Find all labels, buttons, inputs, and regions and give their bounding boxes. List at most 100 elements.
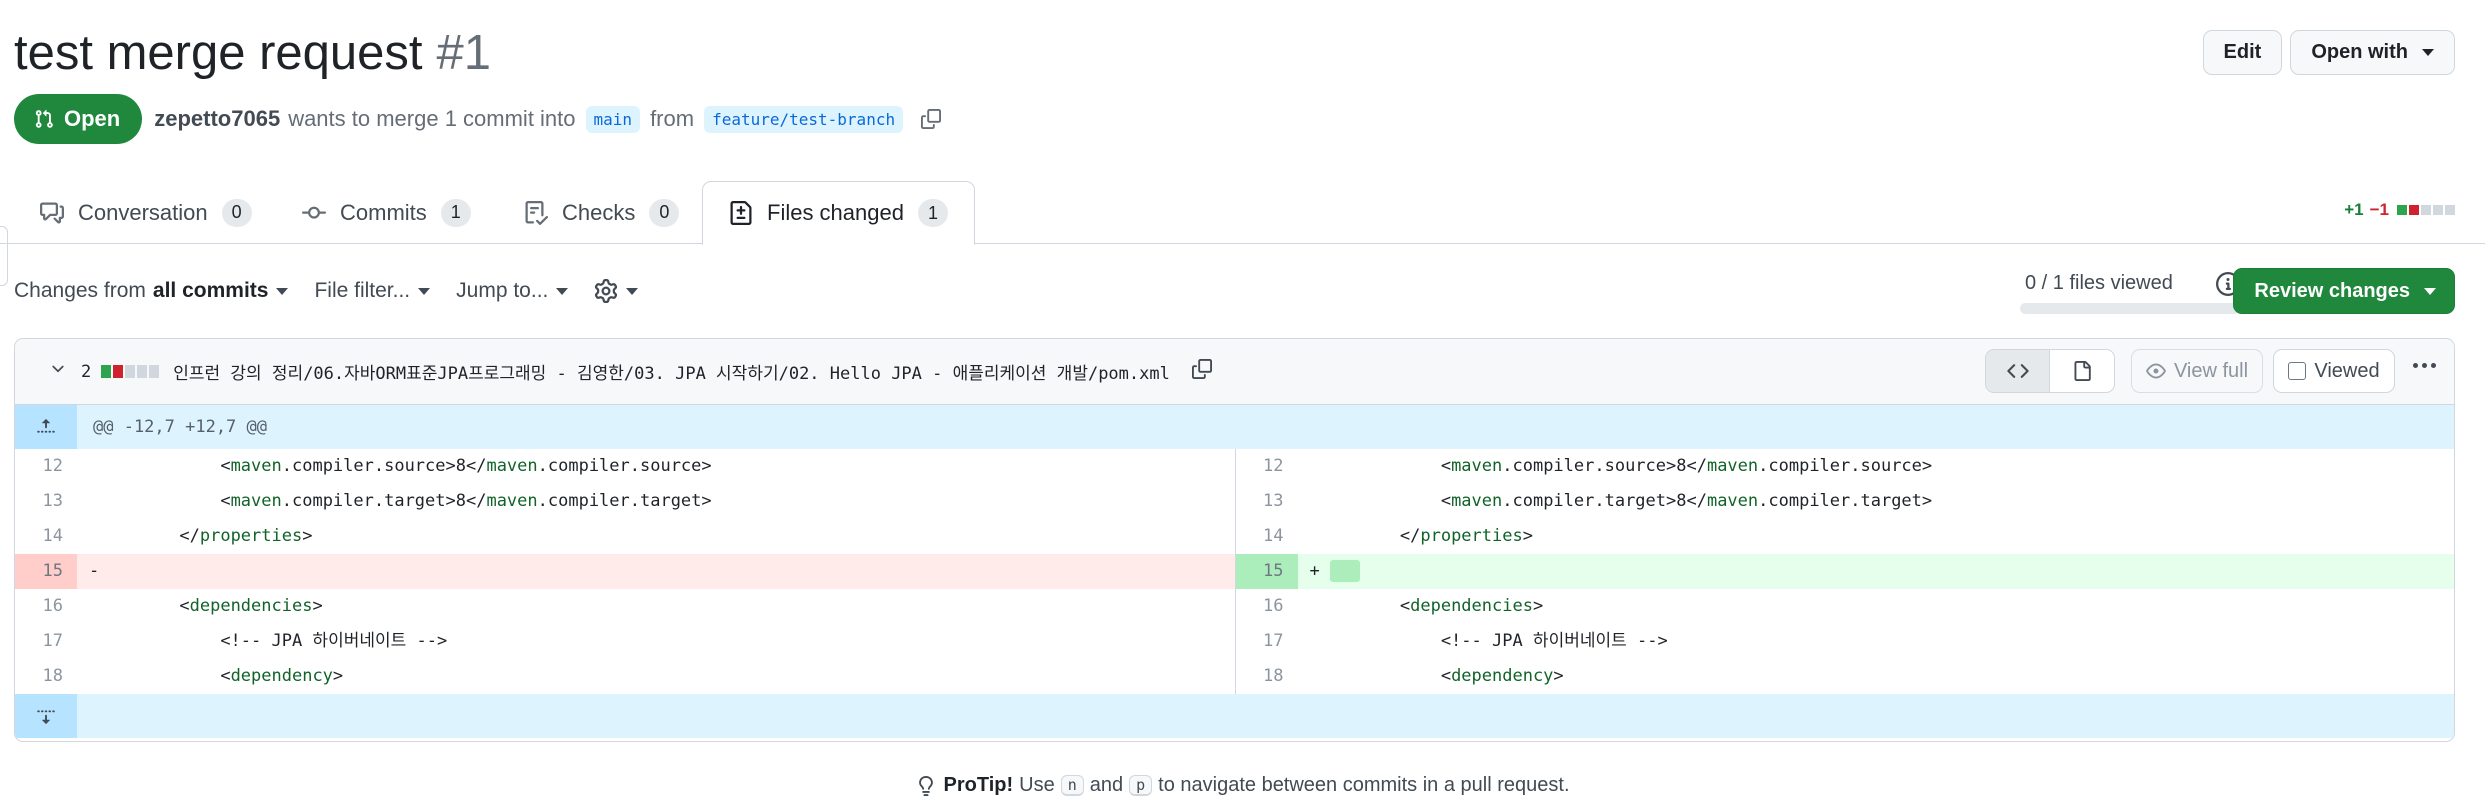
tab-checks[interactable]: Checks 0 xyxy=(524,181,680,244)
code-token: > xyxy=(1553,666,1564,686)
xml-tag-name: maven xyxy=(1451,456,1503,476)
edit-button[interactable]: Edit xyxy=(2202,30,2283,75)
head-branch[interactable]: feature/test-branch xyxy=(704,105,904,133)
code-view-button[interactable] xyxy=(1986,350,2050,392)
file-filter-dropdown[interactable]: File filter... xyxy=(314,279,431,303)
diffstat: +1 −1 xyxy=(2344,200,2455,220)
xml-tag-name: properties xyxy=(199,526,303,546)
code-token: > xyxy=(1522,526,1533,546)
view-full-button[interactable]: View full xyxy=(2131,349,2263,393)
expand-up-button[interactable] xyxy=(15,405,77,449)
code-line: <dependencies> xyxy=(1298,589,2455,624)
diff-left-line: 13 <maven.compiler.target>8</maven.compi… xyxy=(15,484,1235,519)
tab-conversation[interactable]: Conversation 0 xyxy=(40,181,252,244)
diffstat-bars xyxy=(2395,205,2455,215)
code-line: </properties> xyxy=(1298,519,2455,554)
hunk-range: @@ -12,7 +12,7 @@ xyxy=(93,417,267,437)
kebab-horizontal-icon[interactable] xyxy=(2413,363,2436,368)
line-number[interactable]: 16 xyxy=(1236,589,1298,624)
tab-counter: 0 xyxy=(221,198,252,227)
additions-count: +1 xyxy=(2344,200,2364,219)
git-pull-request-icon xyxy=(35,109,53,128)
chevron-down-icon xyxy=(556,287,569,295)
diff-row: 13 <maven.compiler.target>8</maven.compi… xyxy=(15,484,2454,519)
diff-row: 16 <dependencies> 16 <dependencies> xyxy=(15,589,2454,624)
rich-view-button[interactable] xyxy=(2050,350,2114,392)
file-change-count: 2 xyxy=(81,361,92,382)
pr-number: #1 xyxy=(436,26,492,80)
diff-left-line: 17 <!-- JPA 하이버네이트 --> xyxy=(15,624,1235,659)
xml-tag-name: dependencies xyxy=(189,596,313,616)
tab-counter: 0 xyxy=(649,198,680,227)
code-token: < xyxy=(1440,666,1452,686)
code-token: .compiler.source>8</ xyxy=(1502,456,1707,476)
checkbox[interactable] xyxy=(2288,362,2307,380)
tab-commits[interactable]: Commits 1 xyxy=(302,181,471,244)
tab-label: Conversation xyxy=(78,199,208,225)
code-token: </ xyxy=(1399,526,1421,546)
pr-meta: Open zepetto7065 wants to merge 1 commit… xyxy=(14,94,942,144)
line-number[interactable]: 12 xyxy=(1236,449,1298,484)
diff-right-line: 16 <dependencies> xyxy=(1234,589,2455,624)
code-token: > xyxy=(1532,596,1544,616)
line-number[interactable]: 15 xyxy=(15,554,77,589)
line-number[interactable]: 15 xyxy=(1235,554,1298,589)
code-token: > xyxy=(332,666,344,686)
diff-left-line: 16 <dependencies> xyxy=(15,589,1235,624)
fold-down-icon xyxy=(37,710,55,724)
expand-down-button[interactable] xyxy=(15,694,77,738)
file-path-link[interactable]: 인프런 강의 정리/06.자바ORM표준JPA프로그래밍 - 김영한/03. J… xyxy=(173,359,1170,384)
line-number[interactable]: 17 xyxy=(15,624,77,659)
line-number[interactable]: 17 xyxy=(1236,624,1298,659)
diff-settings-dropdown[interactable] xyxy=(594,279,639,303)
base-branch[interactable]: main xyxy=(585,105,641,133)
chevron-down-icon xyxy=(2422,49,2434,56)
code-line: <!-- JPA 하이버네이트 --> xyxy=(1298,624,2455,659)
tab-label: Files changed xyxy=(767,200,904,225)
jump-to-dropdown[interactable]: Jump to... xyxy=(456,279,569,303)
changes-from-dropdown[interactable]: Changes from all commits xyxy=(14,279,289,303)
line-number[interactable]: 16 xyxy=(15,589,77,624)
diff-row: 17 <!-- JPA 하이버네이트 --> 17 <!-- JPA 하이버네이트… xyxy=(15,624,2454,659)
diff-row: 15-15 + xyxy=(15,554,2454,589)
code-token: </ xyxy=(179,526,200,546)
line-number[interactable]: 18 xyxy=(1236,659,1298,694)
chevron-down-icon[interactable] xyxy=(49,360,67,383)
diff-right-line: 17 <!-- JPA 하이버네이트 --> xyxy=(1234,624,2455,659)
diff-right-line: 18 <dependency> xyxy=(1234,659,2455,694)
code-line: <maven.compiler.target>8</maven.compiler… xyxy=(1298,484,2455,519)
code-token: <!-- JPA 하이버네이트 --> xyxy=(220,631,448,651)
header-actions: Edit Open with xyxy=(2202,30,2455,75)
copy-icon[interactable] xyxy=(921,109,942,129)
tab-files-changed[interactable]: Files changed 1 xyxy=(702,181,975,245)
diff-left-line: 14 </properties> xyxy=(15,519,1235,554)
code-line: <dependency> xyxy=(77,659,1235,694)
addition-marker: + xyxy=(1309,561,1320,581)
line-number[interactable]: 13 xyxy=(15,484,77,519)
xml-tag-name: maven xyxy=(230,456,282,476)
copy-icon[interactable] xyxy=(1191,359,1212,384)
code-token: > xyxy=(312,596,323,616)
code-line: <maven.compiler.target>8</maven.compiler… xyxy=(77,484,1235,519)
open-with-button[interactable]: Open with xyxy=(2290,30,2455,75)
review-changes-button[interactable]: Review changes xyxy=(2233,268,2455,314)
view-mode-toggle xyxy=(1985,349,2115,393)
files-viewed-label: 0 / 1 files viewed xyxy=(2025,272,2173,294)
line-number[interactable]: 14 xyxy=(1236,519,1298,554)
line-number[interactable]: 14 xyxy=(15,519,77,554)
author-link[interactable]: zepetto7065 xyxy=(154,106,280,132)
pr-tabs: Conversation 0 Commits 1 Checks 0 Files … xyxy=(0,181,2485,245)
xml-tag-name: maven xyxy=(1451,491,1503,511)
file-filter-label: File filter... xyxy=(314,279,411,302)
line-number[interactable]: 18 xyxy=(15,659,77,694)
diff-right-line: 12 <maven.compiler.source>8</maven.compi… xyxy=(1234,449,2455,484)
line-number[interactable]: 12 xyxy=(15,449,77,484)
line-number[interactable]: 13 xyxy=(1236,484,1298,519)
pr-title: test merge request xyxy=(14,26,423,80)
viewed-checkbox[interactable]: Viewed xyxy=(2273,349,2395,393)
